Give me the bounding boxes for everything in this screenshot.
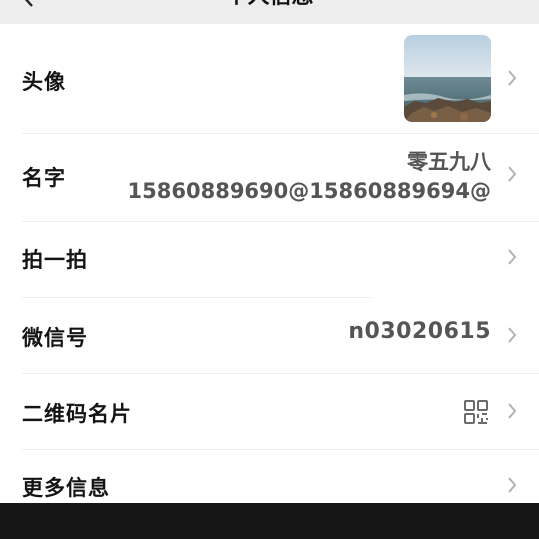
avatar[interactable] bbox=[404, 35, 491, 122]
qr-card-row[interactable]: 二维码名片 bbox=[0, 374, 539, 450]
chevron-right-icon bbox=[507, 249, 517, 265]
name-label: 名字 bbox=[22, 166, 66, 190]
chevron-right-icon bbox=[507, 166, 517, 182]
more-info-label: 更多信息 bbox=[22, 476, 110, 500]
qr-code-icon bbox=[463, 399, 489, 425]
wechat-id-label: 微信号 bbox=[22, 326, 88, 350]
profile-settings-list: 头像 名字 零五九八 15860889690@15860889694@ 拍一拍 … bbox=[0, 24, 539, 515]
name-value-line2: 15860889690@15860889694@ bbox=[127, 179, 491, 203]
chevron-right-icon bbox=[507, 327, 517, 343]
pat-row[interactable]: 拍一拍 bbox=[0, 222, 539, 298]
chevron-right-icon bbox=[507, 477, 517, 493]
qr-card-label: 二维码名片 bbox=[22, 402, 132, 426]
bottom-bar bbox=[0, 503, 539, 539]
name-row[interactable]: 名字 零五九八 15860889690@15860889694@ bbox=[0, 134, 539, 222]
avatar-row[interactable]: 头像 bbox=[0, 24, 539, 134]
wechat-id-row[interactable]: 微信号 n03020615 bbox=[0, 298, 539, 374]
pat-label: 拍一拍 bbox=[22, 248, 88, 272]
name-value-line1: 零五九八 bbox=[407, 150, 491, 174]
name-value: 零五九八 15860889690@15860889694@ bbox=[128, 148, 491, 206]
top-nav-bar: 个人信息 bbox=[0, 0, 539, 24]
page-title: 个人信息 bbox=[0, 0, 539, 9]
chevron-right-icon bbox=[507, 70, 517, 86]
wechat-id-value: n03020615 bbox=[348, 319, 491, 344]
chevron-right-icon bbox=[507, 403, 517, 419]
avatar-label: 头像 bbox=[22, 70, 66, 94]
